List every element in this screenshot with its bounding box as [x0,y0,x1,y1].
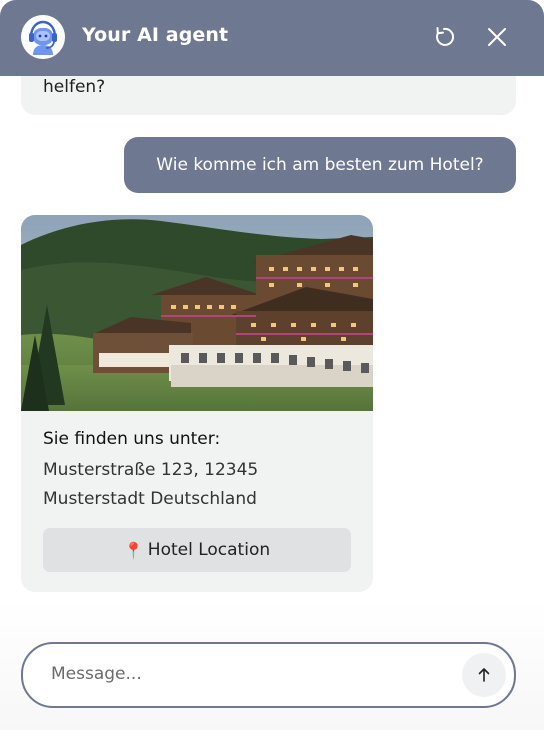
close-icon [488,28,506,46]
arrow-up-icon [478,668,490,682]
chat-widget: helfen? Wie komme ich am besten zum Hote… [0,0,544,730]
map-pin-icon: 📍 [123,540,144,560]
bot-message-text: helfen? [43,77,106,97]
hotel-photo [21,215,373,411]
card-heading: Sie finden uns unter: [43,429,221,449]
close-button[interactable] [484,24,510,50]
hotel-location-label: Hotel Location [147,540,271,560]
chat-title: Your AI agent [82,24,229,46]
message-list[interactable]: helfen? Wie komme ich am besten zum Hote… [0,0,544,620]
address-line-2: Musterstadt Deutschland [43,489,257,509]
restart-button[interactable] [431,24,457,50]
user-message: Wie komme ich am besten zum Hotel? [124,137,516,193]
robot-headset-icon [21,15,65,59]
address-line-1: Musterstraße 123, 12345 [43,460,259,480]
user-message-text: Wie komme ich am besten zum Hotel? [156,155,484,175]
message-composer [21,642,516,708]
location-card: Sie finden uns unter: Musterstraße 123, … [21,215,373,592]
message-input[interactable] [51,664,441,684]
restart-icon [436,27,455,46]
send-button[interactable] [462,653,506,697]
hotel-location-button[interactable]: 📍 Hotel Location [43,528,351,572]
chat-header: Your AI agent [0,0,544,76]
